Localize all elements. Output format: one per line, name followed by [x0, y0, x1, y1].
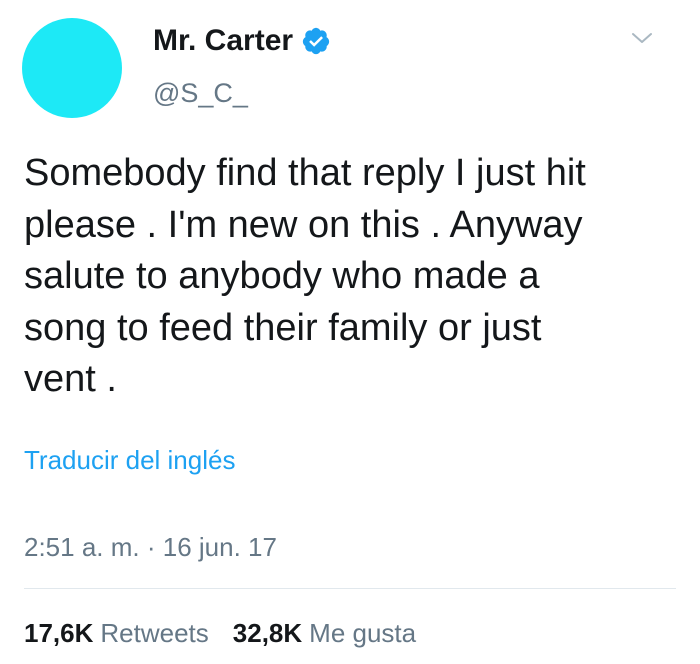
likes-label: Me gusta — [309, 618, 417, 648]
verified-badge-icon — [301, 26, 331, 56]
tweet-time: 2:51 a. m. — [24, 532, 140, 562]
translate-link[interactable]: Traducir del inglés — [24, 447, 235, 473]
chevron-down-icon[interactable] — [630, 28, 654, 48]
retweets-count: 17,6K — [24, 618, 94, 648]
timestamp-separator: · — [139, 532, 163, 562]
tweet-date: 16 jun. 17 — [162, 532, 277, 562]
tweet-timestamp[interactable]: 2:51 a. m. · 16 jun. 17 — [24, 534, 277, 560]
likes-count: 32,8K — [232, 618, 303, 648]
retweets-label: Retweets — [100, 618, 209, 648]
avatar[interactable] — [22, 18, 122, 118]
tweet-stats: 17,6K Retweets 32,8K Me gusta — [24, 620, 440, 646]
tweet-text: Somebody find that reply I just hit plea… — [24, 152, 586, 400]
likes-stat[interactable]: 32,8K Me gusta — [233, 620, 416, 646]
divider — [24, 588, 676, 589]
author-display-name[interactable]: Mr. Carter — [153, 26, 293, 56]
author-name-row: Mr. Carter — [153, 26, 331, 56]
author-handle[interactable]: @S_C_ — [153, 80, 248, 107]
retweets-stat[interactable]: 17,6K Retweets — [24, 620, 209, 646]
